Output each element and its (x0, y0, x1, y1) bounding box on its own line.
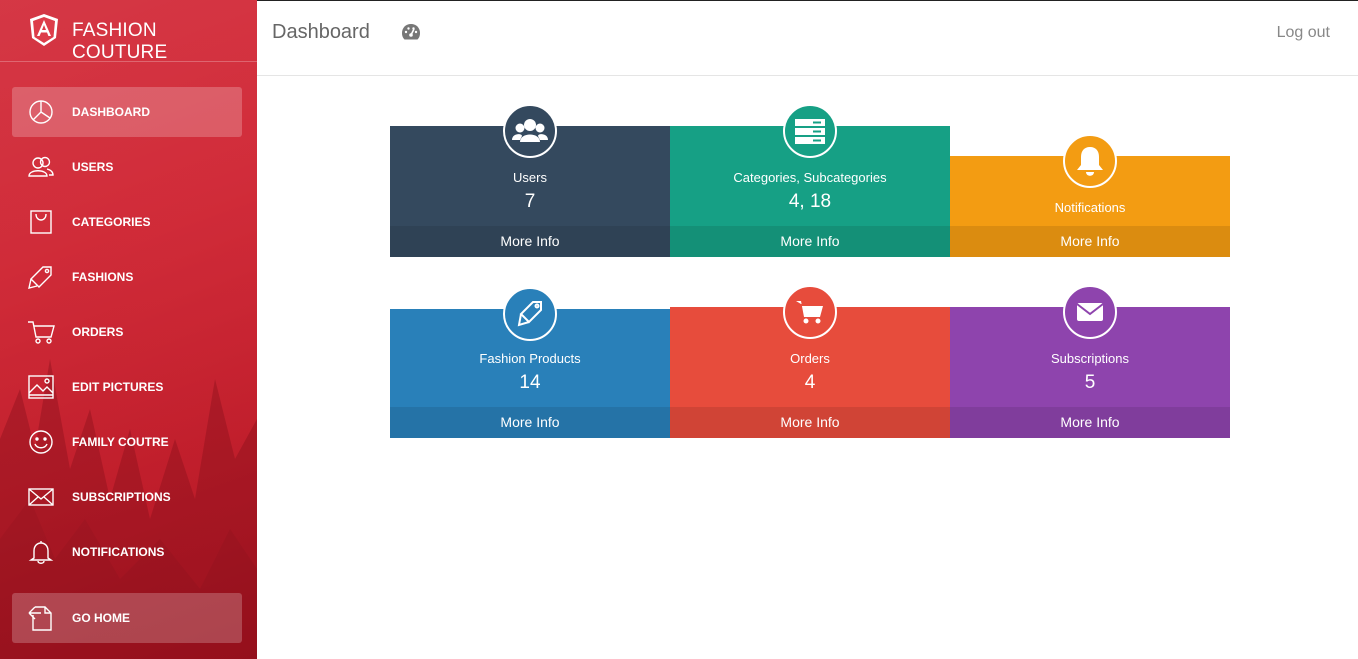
card-icon-circle (503, 287, 557, 341)
sidebar-item-subscriptions[interactable]: SUBSCRIPTIONS (12, 472, 242, 522)
smiley-icon (29, 430, 53, 454)
sidebar-item-edit-pictures[interactable]: EDIT PICTURES (12, 362, 242, 412)
card-value: 4 (804, 372, 816, 393)
card-value: 14 (519, 372, 541, 393)
more-info-button[interactable]: More Info (670, 226, 950, 257)
more-info-button[interactable]: More Info (950, 407, 1230, 438)
sidebar-item-orders[interactable]: ORDERS (12, 307, 242, 357)
sidebar-item-label: DASHBOARD (72, 105, 150, 119)
more-info-button[interactable]: More Info (950, 226, 1230, 257)
server-icon (795, 119, 825, 144)
sidebar-item-users[interactable]: USERS (12, 142, 242, 192)
card-label: Categories, Subcategories (733, 170, 887, 185)
fashion-products-card: Fashion Products 14 More Info (390, 287, 670, 438)
sidebar-item-categories[interactable]: CATEGORIES (12, 197, 242, 247)
sidebar-item-notifications[interactable]: NOTIFICATIONS (12, 527, 242, 577)
card-label: Users (513, 170, 547, 185)
card-label: Orders (790, 351, 830, 366)
more-info-button[interactable]: More Info (670, 407, 950, 438)
go-home-icon (28, 606, 52, 631)
bell-icon (1077, 147, 1103, 176)
sidebar-item-label: FASHIONS (72, 270, 134, 284)
subscriptions-card: Subscriptions 5 More Info (950, 285, 1230, 438)
sidebar-item-label: NOTIFICATIONS (72, 545, 165, 559)
orders-card: Orders 4 More Info (670, 285, 950, 438)
users-icon (28, 156, 54, 177)
card-icon-circle (503, 104, 557, 158)
go-home-button[interactable]: GO HOME (12, 593, 242, 643)
card-icon-circle (1063, 285, 1117, 339)
more-info-button[interactable]: More Info (390, 226, 670, 257)
sidebar-item-label: SUBSCRIPTIONS (72, 490, 171, 504)
dashboard-gauge-icon (402, 24, 420, 40)
sidebar-item-label: USERS (72, 160, 114, 174)
sidebar: FASHION COUTURE DASHBOARD USERS CATEGORI… (0, 0, 257, 659)
card-label: Fashion Products (479, 351, 581, 366)
logout-link[interactable]: Log out (1277, 24, 1330, 42)
picture-icon (28, 375, 54, 399)
pie-chart-icon (29, 100, 53, 124)
card-label: Notifications (1054, 200, 1126, 215)
cart-icon (796, 301, 823, 324)
notifications-card: Notifications More Info (950, 134, 1230, 257)
sidebar-item-fashions[interactable]: FASHIONS (12, 252, 242, 302)
categories-card: Categories, Subcategories 4, 18 More Inf… (670, 104, 950, 257)
card-icon-circle (783, 285, 837, 339)
cart-icon (28, 321, 55, 344)
card-icon-circle (783, 104, 837, 158)
bell-icon (28, 541, 54, 564)
brand-title: FASHION COUTURE (72, 20, 168, 63)
users-icon (512, 119, 548, 142)
topbar: Dashboard Log out (257, 0, 1358, 76)
envelope-icon (28, 488, 54, 506)
sidebar-item-dashboard[interactable]: DASHBOARD (12, 87, 242, 137)
sidebar-item-label: FAMILY COUTRE (72, 435, 169, 449)
card-value: 5 (1084, 372, 1096, 393)
tag-icon (517, 301, 542, 327)
sidebar-item-family-coutre[interactable]: FAMILY COUTRE (12, 417, 242, 467)
sidebar-item-label: EDIT PICTURES (72, 380, 164, 394)
card-label: Subscriptions (1050, 351, 1130, 366)
angular-logo-icon (30, 14, 58, 46)
card-icon-circle (1063, 134, 1117, 188)
users-card: Users 7 More Info (390, 104, 670, 257)
sidebar-item-label: CATEGORIES (72, 215, 151, 229)
go-home-label: GO HOME (72, 611, 131, 625)
envelope-icon (1076, 303, 1104, 321)
more-info-button[interactable]: More Info (390, 407, 670, 438)
card-value: 7 (524, 191, 536, 212)
page-title: Dashboard (272, 21, 370, 43)
sidebar-item-label: ORDERS (72, 325, 124, 339)
tag-icon (28, 266, 52, 289)
brand: FASHION COUTURE (0, 0, 257, 63)
bag-icon (30, 210, 52, 234)
card-value: 4, 18 (788, 191, 832, 212)
